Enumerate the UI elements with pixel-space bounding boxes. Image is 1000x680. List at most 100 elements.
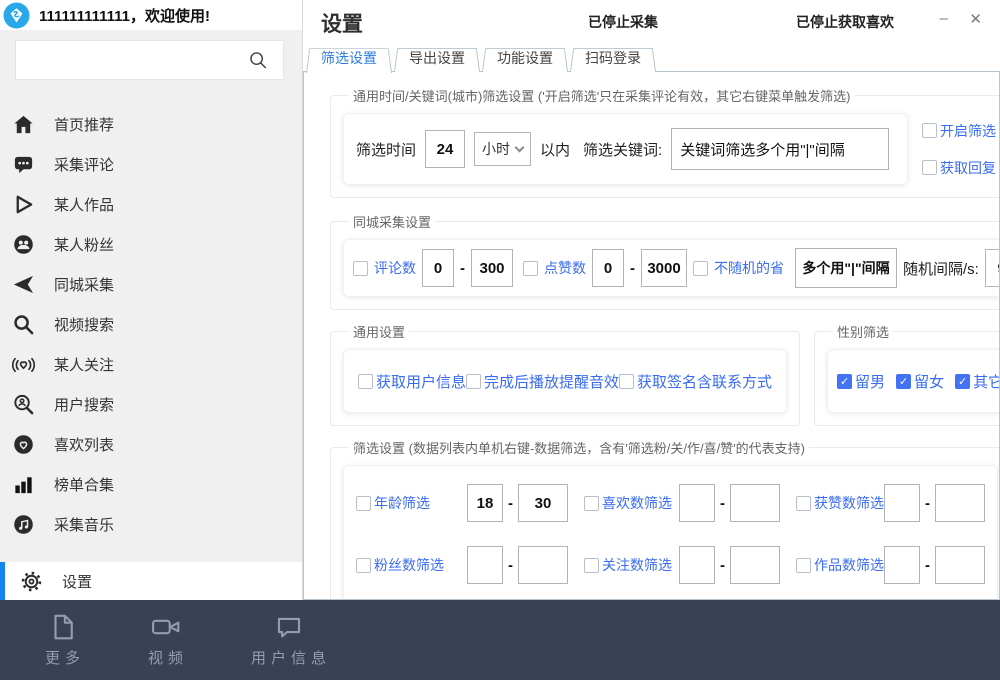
- time-value-input[interactable]: [425, 130, 465, 168]
- follow-signal-icon: [11, 352, 35, 376]
- bottombar-item-label: 更多: [40, 647, 85, 668]
- age-max-input[interactable]: [518, 484, 568, 522]
- following-filter-checkbox[interactable]: [584, 558, 599, 573]
- enable-filter-label: 开启筛选: [940, 121, 996, 141]
- user-search-icon: [11, 392, 35, 416]
- praised-filter-label: 获赞数筛选: [814, 493, 884, 513]
- search-icon: [247, 49, 269, 71]
- like-min-input[interactable]: [592, 249, 624, 287]
- keep-female-checkbox[interactable]: [896, 374, 911, 389]
- group-time-keyword-filter: 通用时间/关键词(城市)筛选设置 ('开启筛选'只在采集评论有效，其它右键菜单触…: [330, 86, 1000, 198]
- random-interval-input[interactable]: [985, 249, 1000, 287]
- sidebar-item-city-collect[interactable]: 同城采集: [0, 264, 302, 304]
- comment-min-input[interactable]: [422, 249, 454, 287]
- search-input[interactable]: [15, 40, 284, 80]
- bottombar-item-video[interactable]: 视频: [143, 612, 188, 668]
- sidebar-menu: 首页推荐 采集评论 某人作品 某人粉丝 同城采集 视频搜索: [0, 92, 302, 562]
- works-filter-checkbox[interactable]: [796, 558, 811, 573]
- age-filter-label: 年龄筛选: [374, 493, 430, 513]
- age-min-input[interactable]: [467, 484, 503, 522]
- sidebar-item-comments[interactable]: 采集评论: [0, 144, 302, 184]
- praised-min-input[interactable]: [884, 484, 920, 522]
- likes-filter-checkbox[interactable]: [584, 496, 599, 511]
- age-filter-checkbox[interactable]: [356, 496, 371, 511]
- sidebar-item-user-works[interactable]: 某人作品: [0, 184, 302, 224]
- time-unit-value: 小时: [482, 139, 510, 159]
- province-input[interactable]: [795, 248, 897, 288]
- sidebar-item-rank-collection[interactable]: 榜单合集: [0, 464, 302, 504]
- app-window: 111111111111，欢迎使用! 首页推荐 采集评论 某人作品: [0, 0, 1000, 600]
- within-label: 以内: [540, 139, 570, 160]
- file-icon: [48, 612, 78, 642]
- home-icon: [11, 112, 35, 136]
- works-min-input[interactable]: [884, 546, 920, 584]
- tab-export-settings[interactable]: 导出设置: [394, 46, 480, 72]
- sidebar-item-label: 设置: [62, 571, 92, 592]
- sidebar-item-settings[interactable]: 设置: [0, 562, 302, 600]
- search-area: [0, 30, 302, 92]
- sidebar-item-user-follows[interactable]: 某人关注: [0, 344, 302, 384]
- following-min-input[interactable]: [679, 546, 715, 584]
- sidebar-item-label: 首页推荐: [54, 114, 114, 135]
- play-sound-label: 完成后播放提醒音效: [484, 371, 619, 392]
- minimize-button[interactable]: –: [940, 10, 948, 27]
- fans-icon: [11, 232, 35, 256]
- comment-count-label: 评论数: [374, 258, 416, 278]
- province-label: 不随机的省: [714, 258, 784, 278]
- enable-filter-checkbox[interactable]: [922, 123, 937, 138]
- sidebar-item-likes-list[interactable]: 喜欢列表: [0, 424, 302, 464]
- sidebar-item-user-search[interactable]: 用户搜索: [0, 384, 302, 424]
- likes-min-input[interactable]: [679, 484, 715, 522]
- get-reply-checkbox[interactable]: [922, 160, 937, 175]
- keep-male-checkbox[interactable]: [837, 374, 852, 389]
- praised-filter-checkbox[interactable]: [796, 496, 811, 511]
- range-dash: -: [720, 557, 725, 574]
- status-get-likes: 已停止获取喜欢: [796, 12, 894, 32]
- time-filter-label: 筛选时间: [356, 139, 416, 160]
- video-icon: [150, 612, 182, 642]
- group-legend: 通用设置: [349, 322, 409, 341]
- tab-filter-settings[interactable]: 筛选设置: [306, 46, 392, 72]
- tab-scan-login[interactable]: 扫码登录: [570, 46, 656, 72]
- like-max-input[interactable]: [641, 249, 687, 287]
- close-button[interactable]: ✕: [969, 10, 982, 28]
- group-legend: 性别筛选: [833, 322, 893, 341]
- province-checkbox[interactable]: [693, 261, 708, 276]
- comment-count-checkbox[interactable]: [353, 261, 368, 276]
- play-sound-checkbox[interactable]: [466, 374, 481, 389]
- sidebar-item-label: 某人作品: [54, 194, 114, 215]
- sidebar-item-home[interactable]: 首页推荐: [0, 104, 302, 144]
- fans-min-input[interactable]: [467, 546, 503, 584]
- bottombar-item-more[interactable]: 更多: [40, 612, 85, 668]
- fans-max-input[interactable]: [518, 546, 568, 584]
- works-max-input[interactable]: [935, 546, 985, 584]
- likes-max-input[interactable]: [730, 484, 780, 522]
- sidebar-item-label: 采集音乐: [54, 514, 114, 535]
- fans-filter-checkbox[interactable]: [356, 558, 371, 573]
- comment-max-input[interactable]: [471, 249, 513, 287]
- bottombar-item-user-info[interactable]: 用户信息: [246, 612, 331, 668]
- other-gender-checkbox[interactable]: [955, 374, 970, 389]
- tab-function-settings[interactable]: 功能设置: [482, 46, 568, 72]
- group-legend: 筛选设置 (数据列表内单机右键-数据筛选，含有'筛选粉/关/作/喜/赞'的代表支…: [349, 438, 809, 457]
- sidebar-item-music-collect[interactable]: 采集音乐: [0, 504, 302, 544]
- signature-contact-checkbox[interactable]: [619, 374, 634, 389]
- following-filter-label: 关注数筛选: [602, 555, 672, 575]
- sidebar-item-video-search[interactable]: 视频搜索: [0, 304, 302, 344]
- range-dash: -: [460, 260, 465, 277]
- fans-filter-label: 粉丝数筛选: [374, 555, 444, 575]
- sidebar-item-label: 榜单合集: [54, 474, 114, 495]
- group-legend: 同城采集设置: [349, 212, 435, 231]
- sidebar-item-label: 喜欢列表: [54, 434, 114, 455]
- keyword-input[interactable]: [671, 128, 889, 170]
- sidebar-item-label: 采集评论: [54, 154, 114, 175]
- get-user-info-label: 获取用户信息: [376, 371, 466, 392]
- group-data-filter: 筛选设置 (数据列表内单机右键-数据筛选，含有'筛选粉/关/作/喜/赞'的代表支…: [330, 438, 1000, 600]
- praised-max-input[interactable]: [935, 484, 985, 522]
- like-count-checkbox[interactable]: [523, 261, 538, 276]
- time-unit-select[interactable]: 小时: [474, 132, 531, 166]
- following-max-input[interactable]: [730, 546, 780, 584]
- get-user-info-checkbox[interactable]: [358, 374, 373, 389]
- sidebar-item-user-fans[interactable]: 某人粉丝: [0, 224, 302, 264]
- bottom-bar: 更多 视频 用户信息: [0, 600, 1000, 680]
